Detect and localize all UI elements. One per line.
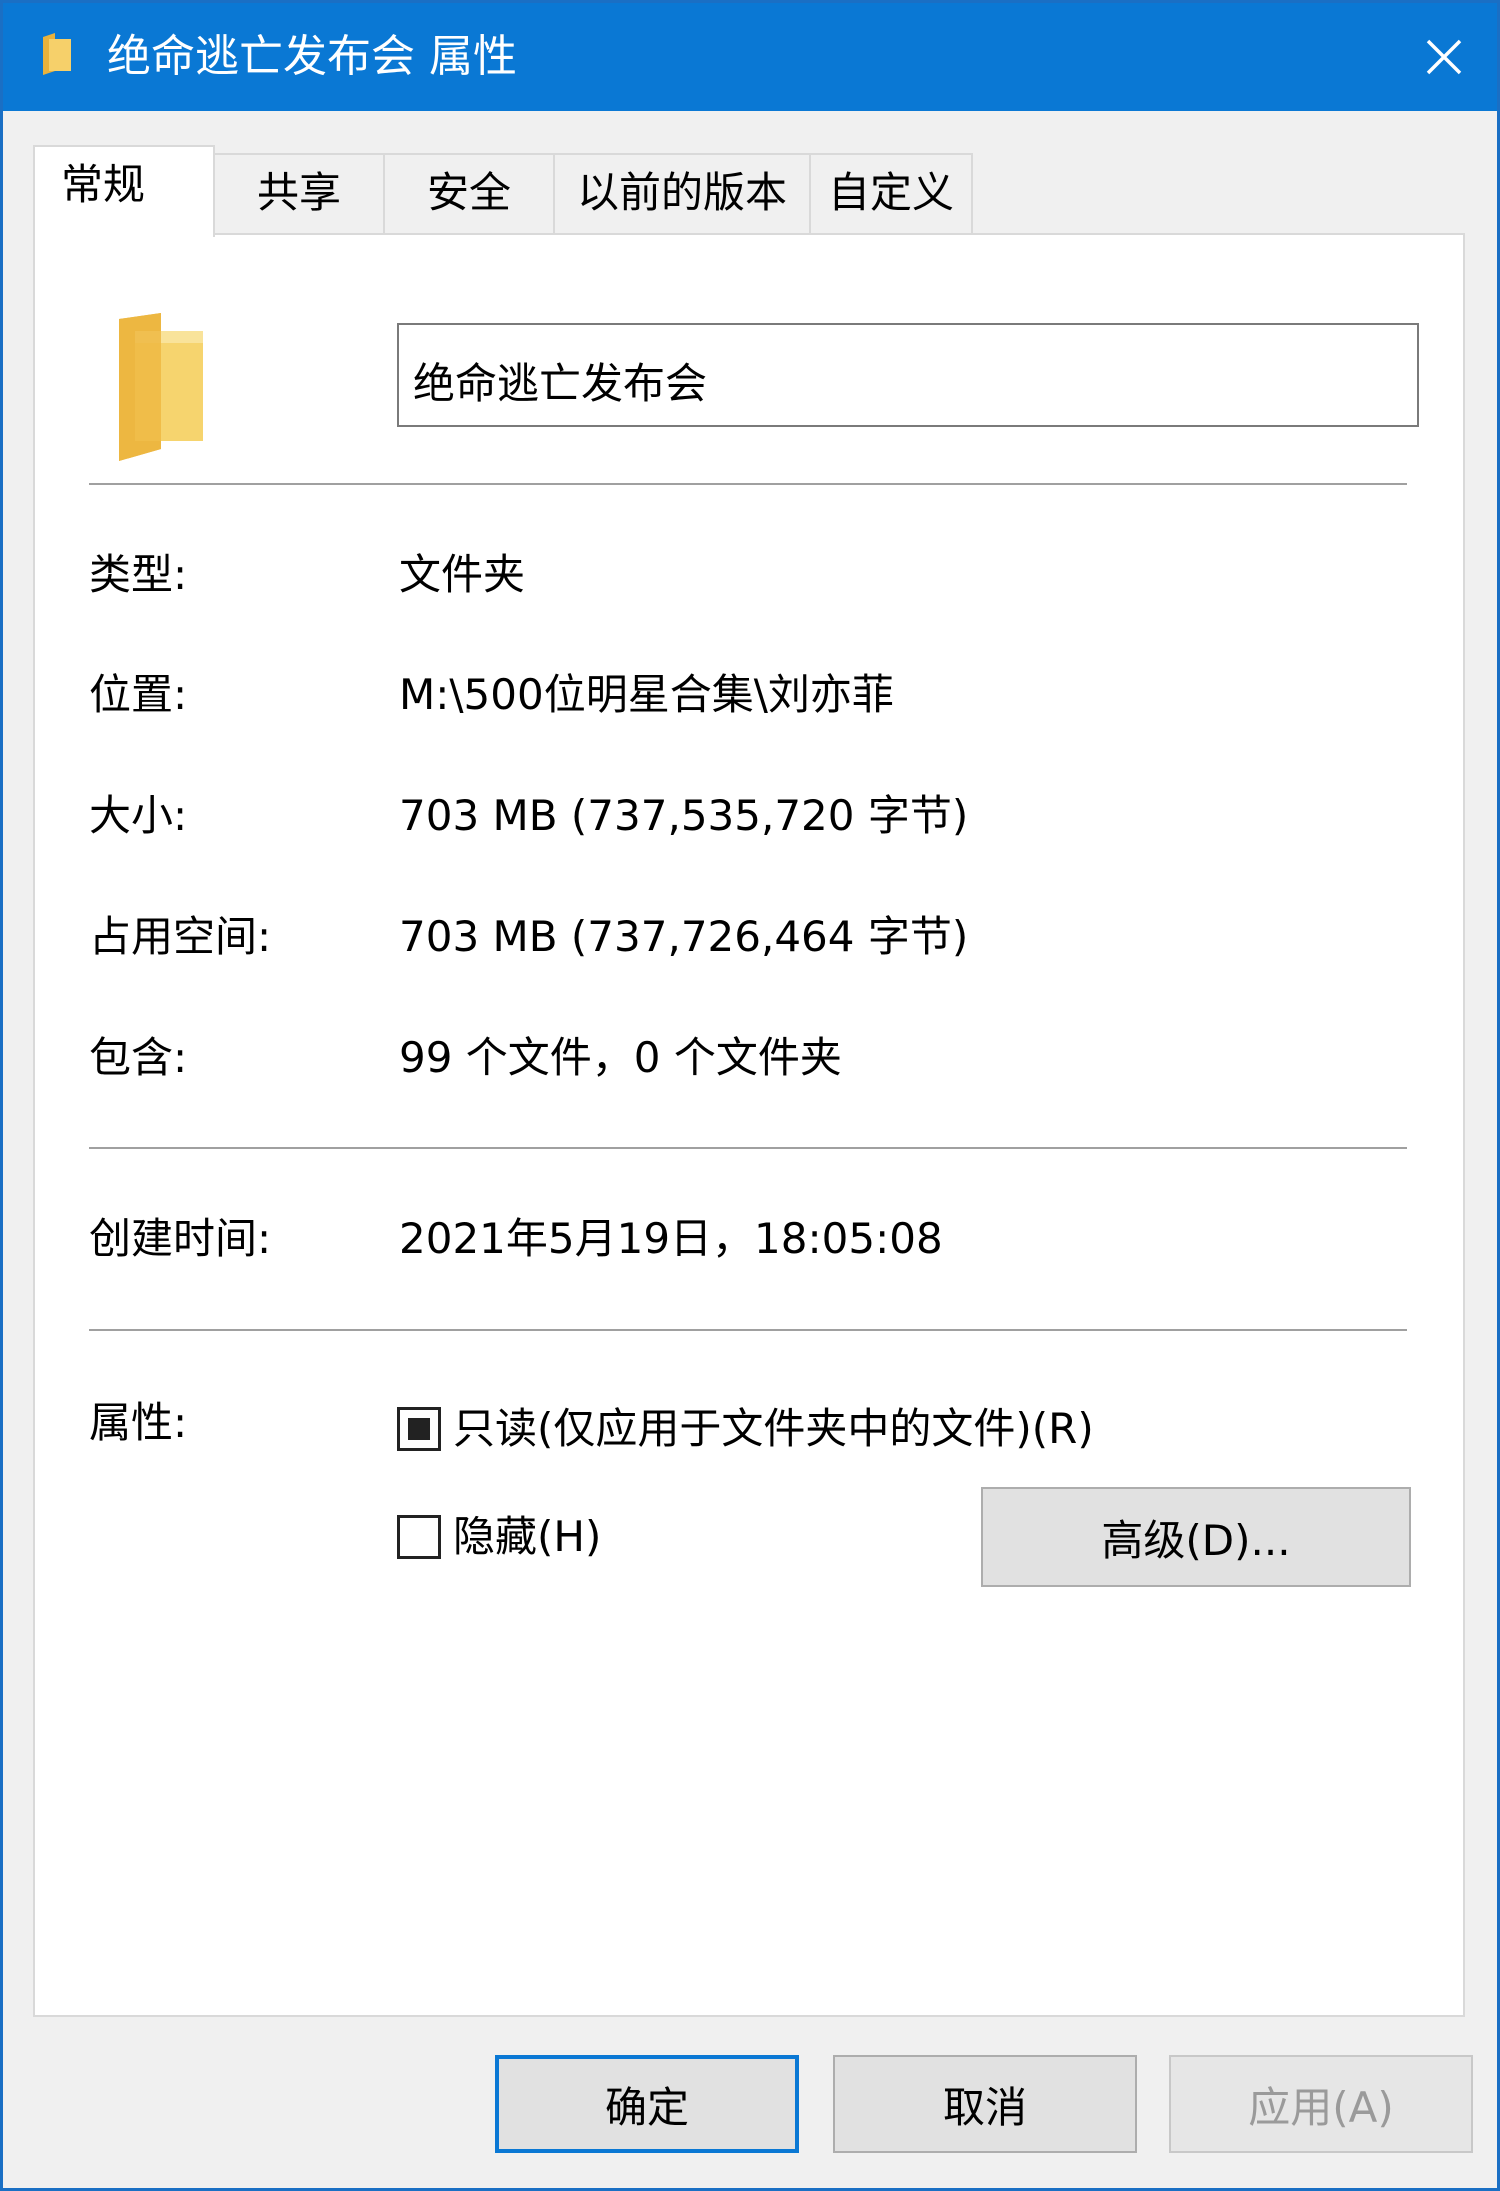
window-title: 绝命逃亡发布会 属性	[107, 31, 517, 82]
readonly-label[interactable]: 只读(仅应用于文件夹中的文件)(R)	[453, 1401, 1094, 1457]
properties-window: 绝命逃亡发布会 属性 常规 共享 安全 以前的版本 自定义 类型: 文件夹 位置…	[0, 0, 1500, 2191]
folder-icon	[119, 313, 203, 461]
created-label: 创建时间:	[89, 1214, 272, 1263]
indeterminate-mark	[408, 1418, 430, 1440]
divider	[89, 1329, 1407, 1331]
size-label: 大小:	[89, 791, 188, 840]
title-bar[interactable]: 绝命逃亡发布会 属性	[3, 3, 1497, 111]
general-panel: 类型: 文件夹 位置: M:\500位明星合集\刘亦菲 大小: 703 MB (…	[33, 233, 1465, 2017]
type-value: 文件夹	[399, 550, 526, 599]
tab-sharing[interactable]: 共享	[213, 153, 385, 233]
contains-label: 包含:	[89, 1033, 188, 1082]
ok-button[interactable]: 确定	[495, 2055, 799, 2153]
size-on-disk-label: 占用空间:	[89, 912, 272, 961]
hidden-label[interactable]: 隐藏(H)	[453, 1509, 601, 1565]
tab-security[interactable]: 安全	[383, 153, 555, 233]
apply-button[interactable]: 应用(A)	[1169, 2055, 1473, 2153]
size-on-disk-value: 703 MB (737,726,464 字节)	[399, 912, 969, 961]
advanced-button[interactable]: 高级(D)...	[981, 1487, 1411, 1587]
divider	[89, 1147, 1407, 1149]
close-button[interactable]	[1391, 3, 1497, 111]
tab-customize[interactable]: 自定义	[809, 153, 973, 233]
cancel-button[interactable]: 取消	[833, 2055, 1137, 2153]
contains-value: 99 个文件，0 个文件夹	[399, 1033, 842, 1082]
size-value: 703 MB (737,535,720 字节)	[399, 791, 969, 840]
tab-previous-versions[interactable]: 以前的版本	[553, 153, 811, 233]
folder-icon	[43, 33, 71, 75]
close-icon	[1426, 39, 1462, 75]
location-value: M:\500位明星合集\刘亦菲	[399, 670, 894, 719]
readonly-checkbox[interactable]	[397, 1407, 441, 1451]
folder-name-field[interactable]	[397, 323, 1419, 427]
hidden-checkbox[interactable]	[397, 1515, 441, 1559]
attributes-label: 属性:	[89, 1398, 188, 1447]
tab-general[interactable]: 常规	[33, 145, 215, 237]
created-value: 2021年5月19日，18:05:08	[399, 1214, 943, 1263]
divider	[89, 483, 1407, 485]
type-label: 类型:	[89, 550, 188, 599]
location-label: 位置:	[89, 670, 188, 719]
